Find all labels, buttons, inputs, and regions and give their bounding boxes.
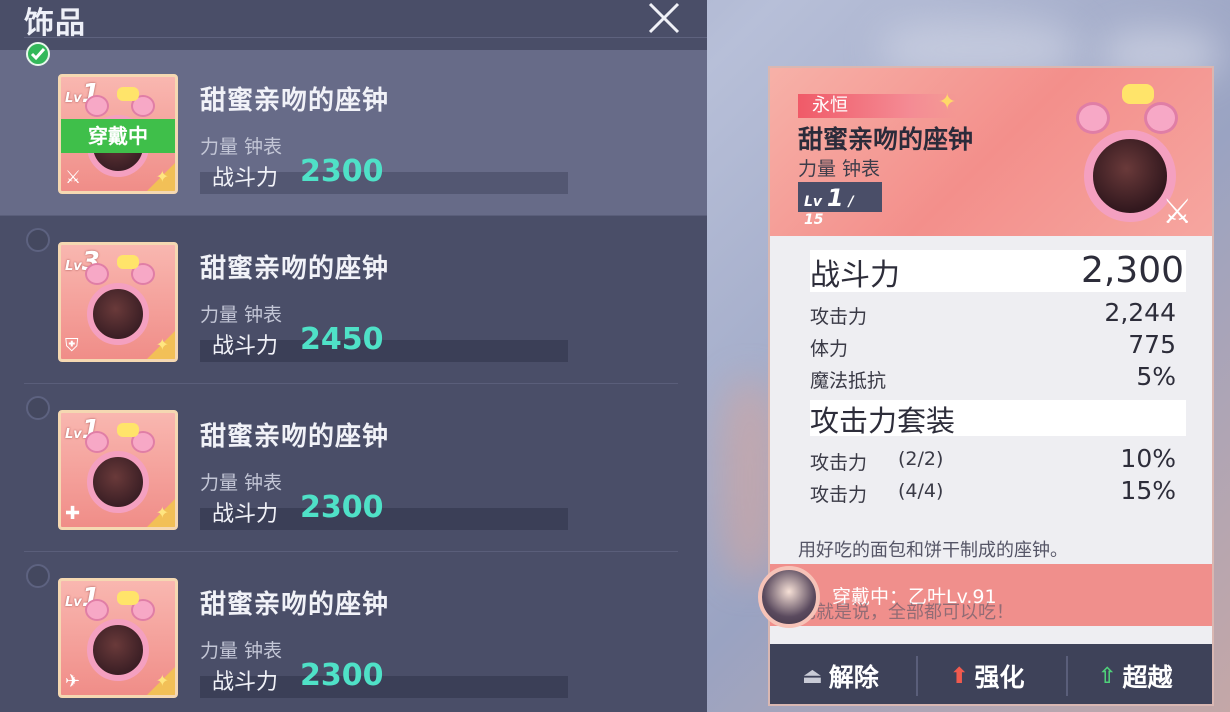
card-header: 永恒 ✦ 甜蜜亲吻的座钟 力量 钟表 Lv 1 / 15 ⚔ <box>770 68 1212 236</box>
detail-name: 甜蜜亲吻的座钟 <box>798 125 974 154</box>
select-radio[interactable] <box>26 228 50 252</box>
rarity-tag: 永恒 <box>798 94 958 118</box>
stat-row: 魔法抵抗 5% <box>810 362 1176 392</box>
power-value: 2300 <box>300 658 384 693</box>
item-type: 力量 钟表 <box>200 304 283 326</box>
wing-icon: ✈ <box>65 671 81 692</box>
item-type: 力量 钟表 <box>200 136 283 158</box>
close-icon <box>648 2 680 34</box>
clock-icon: ⚔ <box>1070 74 1210 234</box>
set-bonus-row: 攻击力 (2/2) 10% <box>810 444 1176 474</box>
power-label: 战斗力 <box>212 502 279 527</box>
unequip-icon: ⏏ <box>802 663 823 689</box>
heal-icon: ✚ <box>65 503 81 524</box>
selected-check-icon[interactable] <box>26 42 50 66</box>
power-value: 2300 <box>300 154 384 189</box>
star-icon: ✦ <box>938 90 957 115</box>
stat-row: 体力 775 <box>810 330 1176 360</box>
stats-section: 战斗力 2,300 攻击力 2,244 体力 775 魔法抵抗 5% 攻击力套装… <box>810 250 1186 508</box>
transcend-icon: ⇧ <box>1098 663 1117 689</box>
select-radio[interactable] <box>26 564 50 588</box>
power-label: 战斗力 <box>212 670 279 695</box>
star-icon: ✦ <box>155 503 169 522</box>
item-name: 甜蜜亲吻的座钟 <box>200 86 390 116</box>
power-label: 战斗力 <box>212 166 279 191</box>
item-name: 甜蜜亲吻的座钟 <box>200 590 390 620</box>
clock-icon <box>85 431 109 453</box>
character-avatar[interactable] <box>758 566 820 628</box>
enhance-button[interactable]: ⬆ 强化 <box>950 654 1024 698</box>
divider <box>916 656 918 696</box>
item-detail-card: 永恒 ✦ 甜蜜亲吻的座钟 力量 钟表 Lv 1 / 15 ⚔ 战斗力 2,300… <box>768 66 1214 706</box>
accessory-item[interactable]: Lv1 ✦ ✚ 甜蜜亲吻的座钟 力量 钟表 战斗力 2300 <box>24 386 678 552</box>
clock-icon <box>85 95 109 117</box>
power-row: 战斗力 2,300 <box>810 250 1186 293</box>
power-label: 战斗力 <box>212 334 279 359</box>
sword-icon: ⚔ <box>65 167 82 188</box>
panel-title: 饰品 <box>24 6 86 41</box>
enhance-icon: ⬆ <box>950 663 969 689</box>
item-name: 甜蜜亲吻的座钟 <box>200 422 390 452</box>
item-thumbnail: Lv3 ✦ ⛨ <box>58 242 178 362</box>
item-type: 力量 钟表 <box>200 640 283 662</box>
item-thumbnail: Lv1 穿戴中 ✦ ⚔ <box>58 74 178 194</box>
action-bar: ⏏ 解除 ⬆ 强化 ⇧ 超越 <box>770 644 1212 704</box>
power-label: 战斗力 <box>810 258 900 293</box>
clock-icon <box>85 599 109 621</box>
power-value: 2,300 <box>1080 250 1184 291</box>
stat-row: 攻击力 2,244 <box>810 298 1176 328</box>
accessory-item[interactable]: Lv3 ✦ ⛨ 甜蜜亲吻的座钟 力量 钟表 战斗力 2450 <box>24 218 678 384</box>
set-title: 攻击力套装 <box>810 400 1186 438</box>
item-thumbnail: Lv1 ✦ ✚ <box>58 410 178 530</box>
item-thumbnail: Lv1 ✦ ✈ <box>58 578 178 698</box>
item-description: 用好吃的面包和饼干制成的座钟。 <box>798 540 1068 561</box>
star-icon: ✦ <box>155 167 169 186</box>
divider <box>1066 656 1068 696</box>
equipped-banner: 穿戴中 <box>61 119 175 153</box>
transcend-button[interactable]: ⇧ 超越 <box>1098 654 1172 698</box>
star-icon: ✦ <box>155 671 169 690</box>
item-name: 甜蜜亲吻的座钟 <box>200 254 390 284</box>
star-icon: ✦ <box>155 335 169 354</box>
panel-header: 饰品 <box>24 0 707 41</box>
set-bonus-row: 攻击力 (4/4) 15% <box>810 476 1176 506</box>
clock-icon <box>85 263 109 285</box>
accessory-item[interactable]: Lv1 穿戴中 ✦ ⚔ 甜蜜亲吻的座钟 力量 钟表 战斗力 2300 <box>0 42 707 216</box>
accessory-panel: 饰品 Lv1 穿戴中 ✦ ⚔ 甜蜜亲吻的座钟 力量 钟表 战斗力 2300 Lv… <box>0 0 707 712</box>
power-value: 2450 <box>300 322 384 357</box>
item-description-more: 也就是说，全部都可以吃！ <box>798 602 1014 623</box>
unequip-button[interactable]: ⏏ 解除 <box>802 654 879 698</box>
power-value: 2300 <box>300 490 384 525</box>
close-button[interactable] <box>646 0 682 36</box>
select-radio[interactable] <box>26 396 50 420</box>
detail-level: Lv 1 / 15 <box>798 182 882 228</box>
sword-icon: ⚔ <box>1162 192 1193 232</box>
item-type: 力量 钟表 <box>200 472 283 494</box>
accessory-item[interactable]: Lv1 ✦ ✈ 甜蜜亲吻的座钟 力量 钟表 战斗力 2300 <box>24 554 678 712</box>
shield-icon: ⛨ <box>65 335 79 356</box>
detail-type: 力量 钟表 <box>798 158 881 180</box>
